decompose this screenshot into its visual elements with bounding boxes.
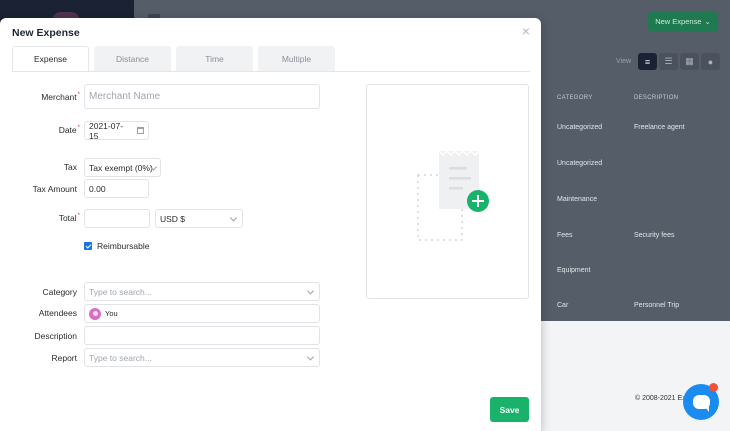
new-expense-button[interactable]: New Expense ⌄ — [648, 12, 718, 31]
reimbursable-label[interactable]: Reimbursable — [97, 241, 149, 251]
report-label: Report — [51, 353, 77, 363]
description-label: Description — [34, 331, 77, 341]
category-label: Category — [42, 287, 78, 297]
date-label: Date* — [58, 125, 80, 135]
merchant-label: Merchant* — [41, 92, 80, 102]
expense-type-tabs: Expense Distance Time Multiple — [12, 46, 335, 71]
chevron-down-icon: ⌄ — [704, 17, 711, 26]
notification-dot — [709, 383, 718, 392]
row-category: Equipment — [557, 267, 591, 274]
list-view-icon[interactable]: ≡ — [638, 53, 657, 70]
row-category: Fees — [557, 232, 573, 239]
merchant-input[interactable]: Merchant Name — [84, 84, 320, 109]
date-value: 2021-07-15 — [89, 120, 124, 141]
attendees-label: Attendees — [38, 308, 77, 318]
total-label: Total* — [58, 213, 80, 223]
tax-label: Tax — [63, 162, 77, 172]
row-description: Freelance agent — [634, 124, 685, 131]
chevron-down-icon — [149, 162, 158, 171]
currency-select[interactable]: USD $ — [155, 209, 243, 228]
save-button[interactable]: Save — [490, 397, 529, 422]
chevron-down-icon — [229, 213, 238, 222]
grid-view-icon[interactable]: ▦ — [680, 53, 699, 70]
view-toggle-group: ≡ ☰ ▦ ● — [638, 53, 720, 70]
view-label: View — [616, 58, 632, 65]
total-input[interactable] — [84, 209, 150, 228]
report-select[interactable]: Type to search... — [84, 348, 320, 367]
attendee-you: You — [105, 309, 118, 318]
merchant-placeholder: Merchant Name — [89, 91, 161, 102]
row-category: Uncategorized — [557, 160, 603, 167]
tab-multiple[interactable]: Multiple — [258, 46, 335, 71]
category-select[interactable]: Type to search... — [84, 282, 320, 301]
new-expense-label: New Expense — [655, 17, 702, 26]
row-description: Personnel Trip — [634, 302, 680, 309]
currency-value: USD $ — [160, 213, 186, 224]
receipt-upload-area[interactable] — [366, 84, 529, 299]
calendar-icon[interactable] — [136, 127, 144, 134]
tax-amount-label: Tax Amount — [32, 184, 77, 194]
reimbursable-checkbox[interactable] — [84, 242, 92, 250]
description-input[interactable] — [84, 326, 320, 345]
tab-time[interactable]: Time — [176, 46, 253, 71]
chat-bubble-icon — [692, 395, 710, 412]
copyright-text: © 2008-2021 Ex — [635, 395, 686, 402]
row-category: Uncategorized — [557, 124, 603, 131]
receipt-upload-icon — [417, 149, 489, 241]
tab-divider — [12, 71, 530, 72]
tab-expense[interactable]: Expense — [12, 46, 89, 71]
close-icon[interactable]: × — [519, 24, 533, 38]
row-category: Car — [557, 302, 569, 309]
modal-title: New Expense — [12, 27, 80, 39]
tax-value: Tax exempt (0%) — [89, 162, 153, 173]
new-expense-modal: New Expense × Expense Distance Time Mult… — [0, 18, 541, 431]
globe-view-icon[interactable]: ● — [701, 53, 720, 70]
tax-amount-input[interactable]: 0.00 — [84, 179, 149, 198]
tab-distance[interactable]: Distance — [94, 46, 171, 71]
row-description: Security fees — [634, 232, 675, 239]
compact-view-icon[interactable]: ☰ — [659, 53, 678, 70]
tax-select[interactable]: Tax exempt (0%) — [84, 158, 161, 177]
tax-amount-value: 0.00 — [89, 183, 106, 194]
attendees-input[interactable]: You — [84, 304, 320, 323]
date-input[interactable]: 2021-07-15 — [84, 120, 149, 141]
chevron-down-icon — [306, 286, 315, 295]
column-header-category[interactable]: CATEGORY — [557, 95, 593, 101]
report-placeholder: Type to search... — [89, 352, 152, 363]
row-category: Maintenance — [557, 196, 598, 203]
avatar — [89, 307, 101, 320]
column-header-description[interactable]: DESCRIPTION — [634, 95, 678, 101]
chevron-down-icon — [306, 352, 315, 361]
category-placeholder: Type to search... — [89, 286, 152, 297]
